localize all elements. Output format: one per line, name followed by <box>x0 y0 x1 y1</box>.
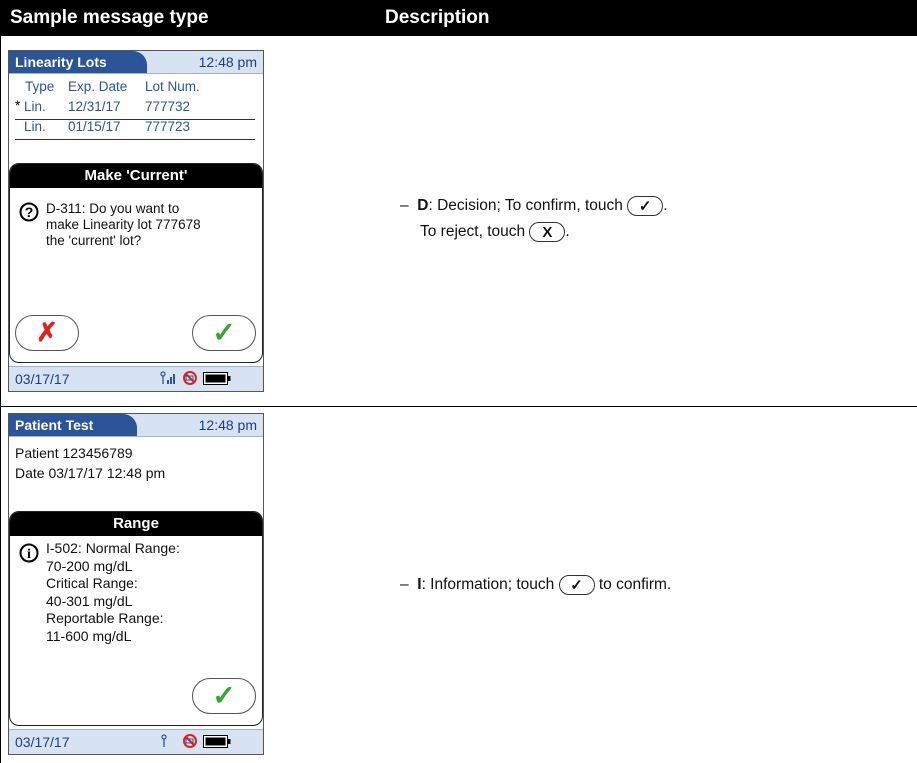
test-date: Date 03/17/17 12:48 pm <box>15 465 166 481</box>
check-icon: ✓ <box>570 577 583 594</box>
column-header-exp: Exp. Date <box>68 79 128 94</box>
dialog-message: I-502: Normal Range: 70-200 mg/dL Critic… <box>46 540 180 645</box>
device-screen-information: Patient Test 12:48 pm Patient 123456789 … <box>8 413 264 755</box>
message-line: the 'current' lot? <box>46 233 142 248</box>
svg-text:?: ? <box>25 204 34 220</box>
screen-tab-title: Linearity Lots <box>9 51 147 73</box>
wireless-signal-icon <box>161 734 167 747</box>
table-left-border <box>0 36 1 763</box>
message-line: 40-301 mg/dL <box>46 592 133 609</box>
decision-dialog: Make 'Current' ? D-311: Do you want to m… <box>9 163 263 363</box>
lot-exp-date: 12/31/17 <box>68 99 121 114</box>
row-separator <box>0 406 917 407</box>
column-header-description: Description <box>385 7 490 28</box>
description-line: To reject, touch X. <box>400 222 668 242</box>
confirm-button[interactable]: ✓ <box>192 678 256 714</box>
information-dialog: Range i I-502: Normal Range: 70-200 mg/d… <box>9 511 263 726</box>
description-text: to confirm. <box>598 576 672 594</box>
description-information: – I: Information; touch ✓ to confirm. <box>400 575 671 595</box>
lot-type: Lin. <box>24 119 46 134</box>
confirm-button[interactable]: ✓ <box>192 315 256 351</box>
row-divider <box>15 119 255 120</box>
check-icon: ✓ <box>212 680 236 711</box>
description-text: : Information; touch <box>421 576 555 594</box>
dialog-title: Range <box>10 512 262 536</box>
screen-tab-title: Patient Test <box>9 414 137 436</box>
cross-icon: ✗ <box>36 317 58 347</box>
message-line: make Linearity lot 777678 <box>46 217 201 232</box>
battery-icon <box>203 735 231 748</box>
message-line: 11-600 mg/dL <box>46 627 132 644</box>
dialog-title: Make 'Current' <box>10 164 262 188</box>
description-text: To reject, touch <box>420 223 526 241</box>
screen-footer: 03/17/17 <box>9 366 263 391</box>
device-screen-decision: Linearity Lots 12:48 pm Type Exp. Date L… <box>8 50 264 392</box>
check-icon: ✓ <box>638 198 652 215</box>
info-icon: i <box>19 543 39 563</box>
cross-icon: X <box>542 224 553 241</box>
confirm-check-pill: ✓ <box>558 575 595 595</box>
svg-text:i: i <box>27 547 31 562</box>
screen-header: Patient Test 12:48 pm <box>9 414 263 437</box>
footer-date: 03/17/17 <box>15 371 70 387</box>
reject-cross-pill: X <box>529 222 566 242</box>
message-line: 70-200 mg/dL <box>46 557 133 574</box>
description-line: – D: Decision; To confirm, touch ✓. <box>400 196 668 222</box>
table-header: Sample message type Description <box>0 0 917 36</box>
lot-type: Lin. <box>24 99 46 114</box>
patient-id: Patient 123456789 <box>15 445 133 461</box>
description-text: : Decision; To confirm, touch <box>428 197 623 215</box>
column-header-lot: Lot Num. <box>145 79 200 94</box>
reject-button[interactable]: ✗ <box>15 315 79 351</box>
wireless-signal-icon <box>160 371 175 384</box>
dash: – <box>400 576 409 594</box>
question-icon: ? <box>19 202 39 222</box>
period: . <box>663 197 668 215</box>
lot-number: 777723 <box>145 119 191 134</box>
no-connection-icon <box>183 371 197 385</box>
patient-info: Patient 123456789 Date 03/17/17 12:48 pm <box>15 443 165 483</box>
screen-time: 12:48 pm <box>198 54 257 70</box>
dash: – <box>400 197 409 215</box>
column-header-type: Type <box>25 79 55 94</box>
message-line: D-311: Do you want to <box>46 201 180 216</box>
message-code: D <box>417 197 429 215</box>
description-decision: – D: Decision; To confirm, touch ✓. To r… <box>400 196 668 242</box>
dialog-message: D-311: Do you want to make Linearity lot… <box>46 201 201 249</box>
no-connection-icon <box>183 734 197 748</box>
message-line: I-502: Normal Range: <box>46 540 180 556</box>
screen-header: Linearity Lots 12:48 pm <box>9 51 263 74</box>
message-line: Critical Range: <box>46 575 138 591</box>
column-header-sample: Sample message type <box>10 7 209 28</box>
battery-icon <box>203 372 231 385</box>
screen-footer: 03/17/17 <box>9 729 263 754</box>
lot-exp-date: 01/15/17 <box>68 119 121 134</box>
period: . <box>565 223 570 241</box>
confirm-check-pill: ✓ <box>627 196 664 216</box>
lot-number: 777732 <box>145 99 191 114</box>
row-divider <box>15 139 255 140</box>
message-line: Reportable Range: <box>46 610 164 626</box>
check-icon: ✓ <box>212 317 236 348</box>
footer-date: 03/17/17 <box>15 734 70 750</box>
current-marker: * <box>15 98 21 113</box>
screen-time: 12:48 pm <box>198 417 257 433</box>
